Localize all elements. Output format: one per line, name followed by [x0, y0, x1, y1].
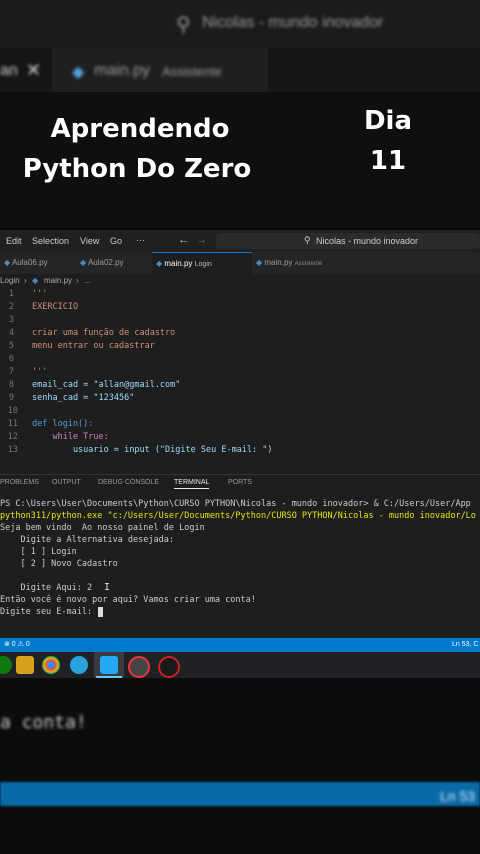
vscode-window: Edit Selection View Go ··· ← → ⚲ Nicolas…	[0, 230, 480, 678]
menu-go[interactable]: Go	[110, 236, 122, 246]
blurred-tab-sub: Assistente	[162, 64, 222, 79]
folder-icon[interactable]	[16, 656, 34, 674]
close-icon: ✕	[26, 60, 42, 80]
vscode-icon[interactable]	[100, 656, 118, 674]
tab-label: main.py	[164, 259, 193, 268]
tab-sub: Assistente	[294, 261, 323, 267]
blurred-status-bar	[0, 782, 480, 806]
tab-output[interactable]: OUTPUT	[52, 479, 81, 486]
menu-more[interactable]: ···	[136, 235, 145, 245]
code-editor[interactable]: 1 ''' 2 EXERCICIO 3 4 criar uma função de c…	[0, 288, 480, 466]
terminal-line: python311/python.exe "c:/Users/User/Docu…	[0, 511, 476, 521]
blurred-terminal-zoom: a conta! Ln 53	[0, 678, 480, 854]
opera-icon[interactable]	[158, 656, 180, 678]
blurred-window-header: ⚲ Nicolas - mundo inovador an ✕ ◆ main.p…	[0, 0, 480, 228]
chevron-right-icon: ›	[24, 276, 27, 285]
python-icon: ◆	[156, 259, 163, 268]
tab-label: Aula06.py	[11, 258, 48, 267]
tab-label: main.py	[264, 258, 293, 267]
tab-terminal[interactable]: TERMINAL	[174, 479, 210, 489]
tab-aula02[interactable]: ◆ Aula02.py	[76, 252, 156, 274]
terminal-line: PS C:\Users\User\Documents\Python\CURSO …	[0, 499, 471, 509]
title-bar: Edit Selection View Go ··· ← → ⚲ Nicolas…	[0, 230, 480, 252]
terminal-line: Seja bem vindo Ao nosso painel de Login	[0, 523, 205, 533]
day-number: 11	[369, 146, 407, 176]
terminal-line: Digite a Alternativa desejada:	[0, 535, 174, 545]
python-icon: ◆	[4, 258, 11, 267]
tab-main-assistente[interactable]: ◆ main.py Assistente	[252, 252, 364, 274]
day-label: Dia	[363, 106, 413, 136]
editor-tabs: ◆ Aula06.py ◆ Aula02.py ◆ main.py Login …	[0, 252, 480, 275]
python-icon: ◆	[72, 64, 85, 81]
chevron-right-icon: ›	[76, 276, 79, 285]
cursor-position[interactable]: Ln 53, C	[452, 638, 478, 652]
tab-problems[interactable]: PROBLEMS	[0, 479, 39, 486]
status-bar: ⊗ 0 ⚠ 0 Ln 53, C	[0, 638, 480, 652]
search-icon: ⚲	[176, 14, 191, 36]
blurred-tab-partial: an	[0, 62, 18, 79]
terminal-line: Digite Aqui: 2	[0, 583, 93, 593]
tab-ports[interactable]: PORTS	[228, 479, 252, 486]
breadcrumb-rest[interactable]: ...	[84, 274, 91, 288]
text-cursor-icon: I	[104, 582, 111, 593]
blurred-status-text: Ln 53	[440, 788, 476, 804]
command-center-label: Nicolas - mundo inovador	[316, 236, 419, 246]
python-icon: ◆	[32, 276, 39, 285]
breadcrumb-file[interactable]: main.py	[44, 274, 72, 288]
forward-arrow-icon[interactable]: →	[196, 234, 207, 246]
terminal-cursor	[98, 607, 103, 617]
tab-sub: Login	[194, 261, 212, 268]
headline-line2: Python Do Zero	[22, 154, 252, 184]
terminal-line: [ 2 ] Novo Cadastro	[0, 559, 118, 569]
python-icon: ◆	[256, 258, 263, 267]
breadcrumb: Login › ◆ main.py › ...	[0, 274, 480, 288]
tab-label: Aula02.py	[87, 258, 124, 267]
search-icon: ⚲	[304, 235, 311, 245]
terminal-line: [ 1 ] Login	[0, 547, 77, 557]
breadcrumb-folder[interactable]: Login	[0, 274, 20, 288]
panel-tabs: PROBLEMS OUTPUT DEBUG CONSOLE TERMINAL P…	[0, 474, 480, 491]
blurred-title: Nicolas - mundo inovador	[202, 14, 384, 31]
recorder-icon[interactable]	[128, 656, 150, 678]
menu-view[interactable]: View	[80, 236, 99, 246]
menu-edit[interactable]: Edit	[6, 236, 22, 246]
back-arrow-icon[interactable]: ←	[178, 234, 189, 246]
problems-count[interactable]: ⊗ 0 ⚠ 0	[4, 638, 30, 652]
menu-selection[interactable]: Selection	[32, 236, 69, 246]
chrome-icon[interactable]	[42, 656, 60, 674]
telegram-icon[interactable]	[70, 656, 88, 674]
headline-line1: Aprendendo	[50, 114, 230, 144]
blurred-terminal-text: a conta!	[0, 712, 87, 733]
tab-aula06[interactable]: ◆ Aula06.py	[0, 252, 84, 274]
tab-main-login[interactable]: ◆ main.py Login	[152, 252, 252, 275]
terminal-line: Então você é novo por aqui? Vamos criar …	[0, 595, 256, 605]
blurred-tab-label: main.py	[94, 62, 151, 79]
command-center-search[interactable]: ⚲ Nicolas - mundo inovador	[216, 233, 480, 249]
terminal-line: Digite seu E-mail:	[0, 607, 98, 617]
terminal[interactable]: PS C:\Users\User\Documents\Python\CURSO …	[0, 498, 480, 638]
python-icon: ◆	[80, 258, 87, 267]
tab-debug-console[interactable]: DEBUG CONSOLE	[98, 479, 159, 486]
app-icon[interactable]	[0, 656, 12, 674]
taskbar	[0, 652, 480, 678]
